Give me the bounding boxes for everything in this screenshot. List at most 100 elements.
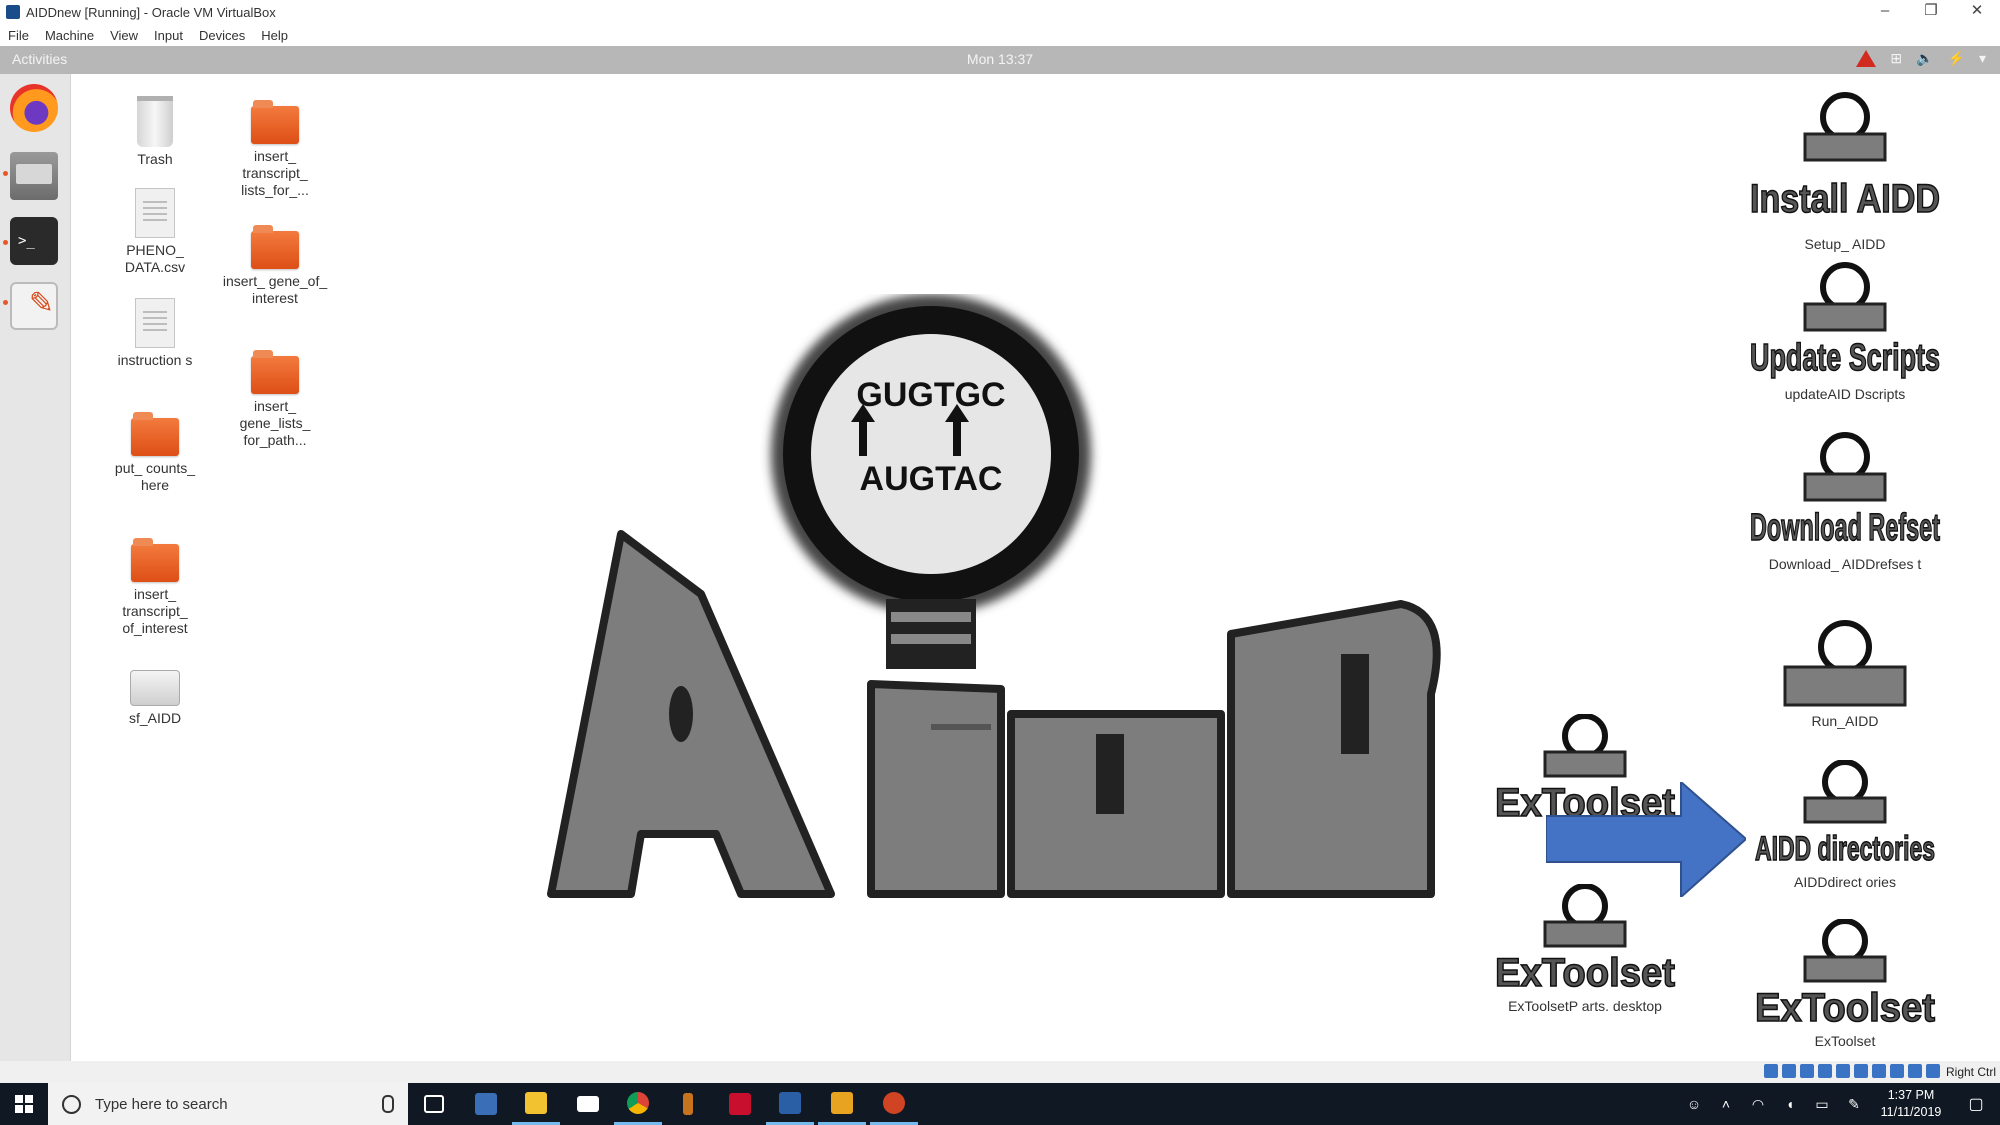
minimize-button[interactable]: – xyxy=(1862,0,1908,24)
handle-stripe xyxy=(891,634,971,644)
desktop-icon-pheno-data[interactable]: PHENO_ DATA.csv xyxy=(100,188,210,276)
folder-icon xyxy=(251,225,299,269)
taskbar-clock[interactable]: 1:37 PM 11/11/2019 xyxy=(1870,1087,1952,1121)
taskbar-app[interactable] xyxy=(664,1083,712,1125)
close-button[interactable]: ✕ xyxy=(1954,0,2000,24)
running-indicator xyxy=(3,300,8,305)
icon-label: instruction s xyxy=(117,352,193,368)
volume-icon[interactable]: ◖ xyxy=(1774,1096,1806,1112)
pen-icon[interactable]: ✎ xyxy=(1838,1096,1870,1113)
clock-time: 1:37 PM xyxy=(1887,1088,1935,1102)
optical-drive-icon[interactable] xyxy=(1782,1064,1796,1078)
shared-folders-icon[interactable] xyxy=(1854,1064,1868,1078)
desktop-icon-insert-transcript-of-interest[interactable]: insert_ transcript_ of_interest xyxy=(100,538,210,637)
battery-icon[interactable]: ▭ xyxy=(1806,1096,1838,1113)
taskbar-file-explorer[interactable] xyxy=(512,1083,560,1125)
gnome-top-bar: Activities Mon 13:37 ⊞ 🔈 ⚡ ▾ xyxy=(0,46,2000,74)
powerpoint-icon xyxy=(883,1091,905,1114)
svg-text:Download Refset: Download Refset xyxy=(1750,507,1940,549)
menu-input[interactable]: Input xyxy=(146,28,191,43)
network-icon[interactable] xyxy=(1818,1064,1832,1078)
desktop-icon-insert-gene-of-interest[interactable]: insert_ gene_of_ interest xyxy=(220,225,330,307)
icon-label: insert_ transcript_ lists_for_... xyxy=(241,148,309,198)
launcher-label: ExToolset xyxy=(1814,1033,1876,1049)
display-icon[interactable] xyxy=(1872,1064,1886,1078)
launcher-setup-aidd[interactable]: Install AIDD Setup_ AIDD xyxy=(1745,82,1945,253)
hard-disk-icon[interactable] xyxy=(1764,1064,1778,1078)
audio-icon[interactable] xyxy=(1800,1064,1814,1078)
launcher-download-refset[interactable]: Download Refset Download_ AIDDrefses t xyxy=(1745,432,1945,573)
menu-help[interactable]: Help xyxy=(253,28,296,43)
mouse-integration-icon[interactable] xyxy=(1926,1064,1940,1078)
taskbar-powerpoint[interactable] xyxy=(870,1083,918,1125)
taskbar-tools[interactable] xyxy=(818,1083,866,1125)
task-view-button[interactable] xyxy=(410,1083,458,1125)
video-capture-icon[interactable] xyxy=(1890,1064,1904,1078)
menu-devices[interactable]: Devices xyxy=(191,28,253,43)
taskbar-search[interactable]: Type here to search xyxy=(48,1083,408,1125)
desktop: Trash PHENO_ DATA.csv instruction s put_… xyxy=(71,74,2000,1061)
firefox-icon[interactable] xyxy=(10,84,58,132)
terminal-icon[interactable]: >_ xyxy=(10,217,58,265)
launcher-update-aidd-scripts[interactable]: Update Scripts updateAID Dscripts xyxy=(1745,262,1945,403)
chevron-up-icon[interactable]: ˄ xyxy=(1710,1096,1742,1112)
taskbar-store[interactable] xyxy=(462,1083,510,1125)
menu-machine[interactable]: Machine xyxy=(37,28,102,43)
files-icon[interactable] xyxy=(10,152,58,200)
volume-icon[interactable]: 🔈 xyxy=(1916,50,1933,67)
trash-icon xyxy=(137,96,173,147)
aidd-directories-icon: AIDD directories xyxy=(1754,759,1936,869)
text-editor-icon[interactable] xyxy=(10,282,58,330)
svg-text:AIDD directories: AIDD directories xyxy=(1755,830,1935,868)
people-icon[interactable]: ☺ xyxy=(1678,1096,1710,1112)
bottle-icon xyxy=(683,1093,693,1115)
menu-file[interactable]: File xyxy=(0,28,37,43)
power-icon[interactable]: ⚡ xyxy=(1948,50,1965,67)
desktop-icon-insert-gene-lists[interactable]: insert_ gene_lists_ for_path... xyxy=(220,350,330,449)
launcher-label: updateAID Dscripts xyxy=(1784,386,1906,402)
desktop-icon-sf-aidd[interactable]: sf_AIDD xyxy=(100,664,210,727)
task-view-icon xyxy=(424,1095,444,1113)
wifi-icon[interactable]: ◠ xyxy=(1742,1096,1774,1113)
taskbar-virtualbox[interactable] xyxy=(766,1083,814,1125)
document-icon xyxy=(135,188,175,238)
dock: >_ xyxy=(0,74,71,1122)
desktop-icon-trash[interactable]: Trash xyxy=(100,96,210,168)
start-button[interactable] xyxy=(0,1083,48,1125)
download-refset-icon: Download Refset xyxy=(1749,432,1941,550)
running-indicator xyxy=(3,171,8,176)
icon-label: Trash xyxy=(137,151,173,167)
cpu-icon[interactable] xyxy=(1908,1064,1922,1078)
restore-button[interactable]: ❐ xyxy=(1908,0,1954,24)
vbox-menubar: File Machine View Input Devices Help xyxy=(0,24,2000,46)
notifications-icon[interactable]: ▢ xyxy=(1952,1094,2000,1114)
window-controls: – ❐ ✕ xyxy=(1862,0,2000,24)
microphone-icon[interactable] xyxy=(382,1095,394,1113)
launcher-extoolset-parts[interactable]: ExToolset ExToolsetP arts. desktop xyxy=(1485,883,1685,1015)
lens-glass xyxy=(811,334,1051,574)
usb-icon[interactable] xyxy=(1836,1064,1850,1078)
launcher-extoolset[interactable]: ExToolset ExToolset xyxy=(1745,918,1945,1050)
launcher-aidd-directories[interactable]: AIDD directories AIDDdirect ories xyxy=(1745,759,1945,891)
desktop-icon-insert-transcript-lists[interactable]: insert_ transcript_ lists_for_... xyxy=(220,100,330,199)
menu-view[interactable]: View xyxy=(102,28,146,43)
taskbar-acrobat[interactable] xyxy=(716,1083,764,1125)
taskbar-mail[interactable] xyxy=(564,1083,612,1125)
desktop-icon-put-counts-here[interactable]: put_ counts_ here xyxy=(100,412,210,494)
gnome-clock[interactable]: Mon 13:37 xyxy=(0,51,2000,67)
launcher-label: Setup_ AIDD xyxy=(1804,236,1886,252)
warning-icon[interactable] xyxy=(1856,50,1877,67)
chrome-icon xyxy=(627,1091,649,1114)
folder-icon xyxy=(251,100,299,144)
folder-icon xyxy=(251,350,299,394)
launcher-run-aidd[interactable]: Run_AIDD xyxy=(1745,619,1945,730)
network-icon[interactable]: ⊞ xyxy=(1890,50,1902,67)
document-icon xyxy=(135,298,175,348)
virtualbox-icon xyxy=(779,1091,801,1114)
launcher-label: ExToolsetP arts. desktop xyxy=(1508,998,1662,1014)
taskbar-chrome[interactable] xyxy=(614,1083,662,1125)
desktop-icon-instructions[interactable]: instruction s xyxy=(100,298,210,369)
virtualbox-icon xyxy=(6,5,20,19)
icon-label: insert_ transcript_ of_interest xyxy=(122,586,188,636)
chevron-down-icon[interactable]: ▾ xyxy=(1979,50,1986,67)
